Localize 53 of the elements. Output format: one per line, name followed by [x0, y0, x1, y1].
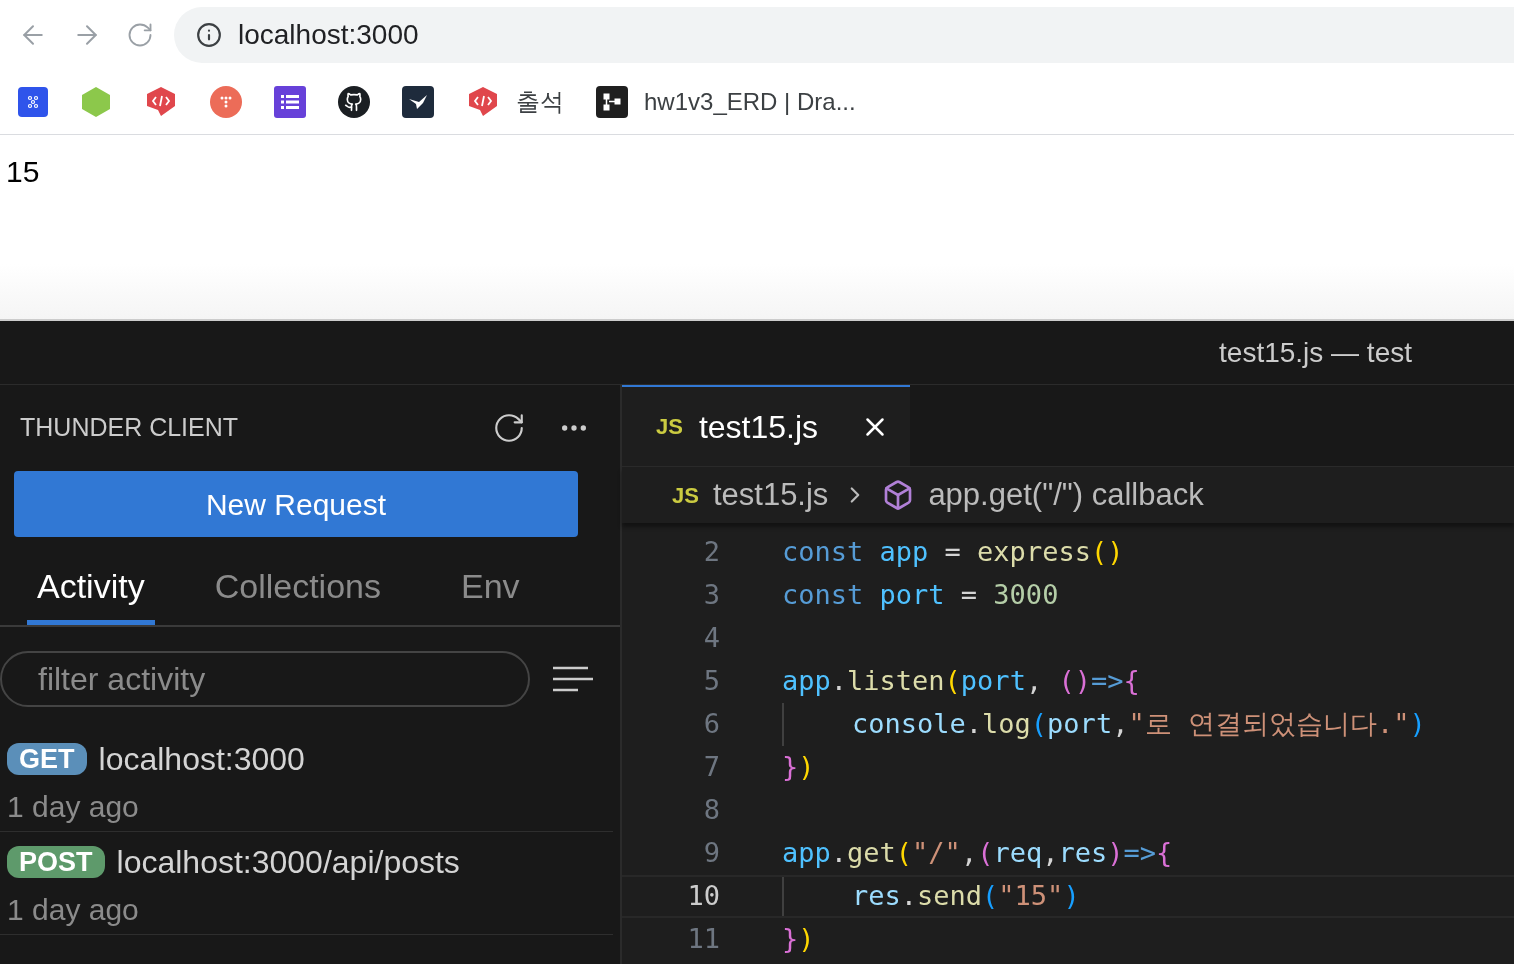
line-number: 3 [702, 578, 720, 613]
filter-field[interactable]: filter activity [0, 651, 530, 707]
code-line: const port = 3000 [782, 578, 1059, 613]
js-file-icon: JS [656, 410, 683, 443]
line-number: 4 [702, 621, 720, 656]
code-line: app.listen(port, ()=>{ [782, 664, 1140, 699]
cat-logo-icon[interactable] [338, 86, 370, 118]
bookmark-label[interactable]: hw1v3_ERD | Dra... [644, 84, 856, 120]
breadcrumb-symbol[interactable]: app.get("/") callback [928, 471, 1204, 519]
line-number: 8 [702, 793, 720, 828]
method-badge: POST [7, 846, 105, 878]
tab[interactable]: Collections [194, 553, 401, 625]
code-bubble-icon[interactable] [466, 86, 500, 118]
code-bubble-icon[interactable] [144, 86, 178, 118]
new-request-button[interactable]: New Request [14, 471, 578, 537]
refresh-icon[interactable] [492, 411, 526, 445]
code-line: const app = express() [782, 535, 1124, 570]
tab[interactable]: Env [441, 553, 540, 625]
line-number: 10 [686, 879, 720, 914]
code-line: res.send("15") [782, 877, 1080, 916]
bird-icon[interactable] [402, 86, 434, 118]
request-time: 1 day ago [7, 789, 140, 825]
flowchart-icon[interactable] [596, 86, 628, 118]
list-icon[interactable] [274, 86, 306, 118]
request-time: 1 day ago [7, 892, 140, 928]
code-line: }) [782, 750, 815, 785]
request-url[interactable]: localhost:3000/api/posts [116, 838, 460, 886]
address-bar[interactable]: localhost:3000 [174, 7, 1514, 63]
js-file-icon: JS [672, 478, 699, 512]
sort-icon[interactable] [552, 665, 594, 693]
tab[interactable]: Activity [27, 553, 155, 625]
code-line: app.get("/",(req,res)=>{ [782, 836, 1173, 871]
line-number: 5 [702, 664, 720, 699]
line-number: 9 [702, 836, 720, 871]
dots-app-icon[interactable] [18, 87, 48, 117]
method-badge: GET [7, 743, 87, 775]
url-text: localhost:3000 [238, 18, 419, 52]
line-number: 6 [702, 707, 720, 742]
code-line: }) [782, 922, 815, 957]
tab-filename: test15.js [698, 407, 819, 447]
bookmark-label[interactable]: 출석 [516, 84, 564, 120]
window-title: test15.js — test [1219, 335, 1412, 370]
breadcrumb-file[interactable]: test15.js [712, 471, 829, 519]
line-number: 7 [702, 750, 720, 785]
code-line: console.log(port,"로 연결되었습니다.") [782, 703, 1426, 746]
editor-tab[interactable]: JS test15.js [622, 385, 910, 466]
request-url[interactable]: localhost:3000 [98, 735, 305, 783]
line-number: 2 [702, 535, 720, 570]
line-number: 11 [686, 922, 720, 957]
page-text: 15 [5, 154, 41, 190]
reload-icon[interactable] [126, 21, 154, 49]
panel-title: THUNDER CLIENT [20, 412, 239, 444]
info-icon[interactable] [196, 22, 222, 48]
